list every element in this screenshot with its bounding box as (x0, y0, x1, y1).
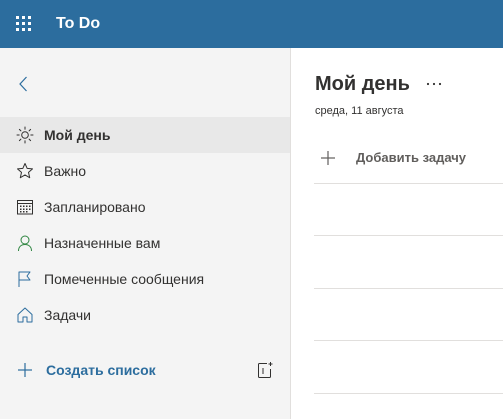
plus-icon (18, 363, 32, 377)
new-group-button[interactable] (256, 361, 274, 379)
person-icon (18, 235, 32, 252)
sidebar-item-label: Задачи (44, 307, 92, 323)
sidebar-item-label: Мой день (44, 127, 111, 143)
sidebar-item-planned[interactable]: Запланировано (0, 189, 290, 225)
sun-icon (16, 126, 34, 144)
top-bar: To Do (0, 0, 503, 48)
page-title[interactable]: Мой день (315, 72, 410, 96)
create-list-label: Создать список (46, 362, 156, 378)
new-group-icon (258, 362, 273, 378)
more-options-icon (426, 82, 442, 86)
add-task-placeholder: Добавить задачу (356, 150, 467, 165)
task-row-divider (314, 340, 503, 341)
flag-icon (18, 271, 31, 287)
plus-icon (321, 151, 335, 165)
sidebar-item-assigned[interactable]: Назначенные вам (0, 225, 290, 261)
app-title[interactable]: To Do (56, 14, 100, 34)
more-options-button[interactable] (424, 76, 444, 92)
date-subtitle: среда, 11 августа (315, 105, 404, 117)
task-row-divider (314, 393, 503, 394)
sidebar-item-label: Помеченные сообщения (44, 271, 205, 287)
collapse-sidebar-button[interactable] (14, 74, 34, 94)
calendar-icon (17, 200, 33, 215)
sidebar-item-label: Назначенные вам (44, 235, 161, 251)
sidebar-item-important[interactable]: Важно (0, 153, 290, 189)
chevron-left-icon (19, 76, 27, 92)
sidebar-divider (290, 48, 291, 419)
create-list-button[interactable]: Создать список (0, 352, 244, 388)
sidebar-item-my-day[interactable]: Мой день (0, 117, 290, 153)
sidebar-item-tasks[interactable]: Задачи (0, 297, 290, 333)
sidebar-item-label: Запланировано (44, 199, 146, 215)
home-icon (17, 307, 33, 323)
app-launcher-icon[interactable] (16, 16, 32, 32)
task-row-divider (314, 288, 503, 289)
add-task-input[interactable]: Добавить задачу (314, 140, 503, 176)
task-row-divider (314, 183, 503, 184)
task-row-divider (314, 235, 503, 236)
sidebar-item-flagged[interactable]: Помеченные сообщения (0, 261, 290, 297)
star-icon (17, 163, 33, 179)
sidebar-item-label: Важно (44, 163, 87, 179)
